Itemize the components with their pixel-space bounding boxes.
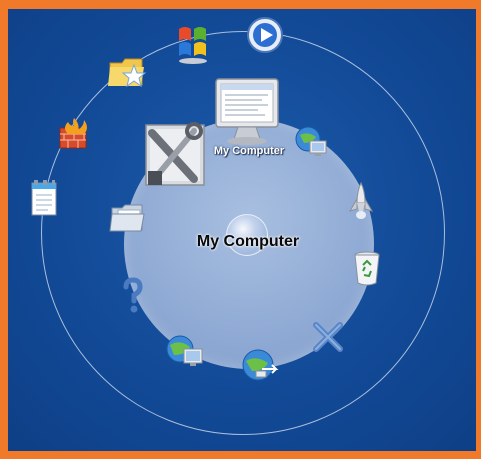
windows-logo-icon[interactable] xyxy=(173,21,213,65)
close-x-icon[interactable] xyxy=(310,319,346,355)
monitor-icon[interactable] xyxy=(210,75,286,147)
recycle-bin-icon[interactable] xyxy=(352,249,382,287)
selected-item-label: My Computer xyxy=(213,145,285,157)
folder-star-icon[interactable] xyxy=(106,53,148,93)
globe-arrow-icon[interactable] xyxy=(238,345,280,385)
globe-computer-icon[interactable] xyxy=(164,331,206,371)
notepad-icon[interactable] xyxy=(26,177,64,221)
folder-icon[interactable] xyxy=(108,202,148,236)
firewall-icon[interactable] xyxy=(54,114,94,154)
window-frame: My Computer My Computer xyxy=(0,0,481,459)
desktop-background: My Computer My Computer xyxy=(8,9,476,451)
help-question-icon[interactable] xyxy=(118,277,146,317)
windows-media-player-icon[interactable] xyxy=(245,15,285,55)
center-label: My Computer xyxy=(196,233,300,250)
shuttle-icon[interactable] xyxy=(346,181,376,221)
